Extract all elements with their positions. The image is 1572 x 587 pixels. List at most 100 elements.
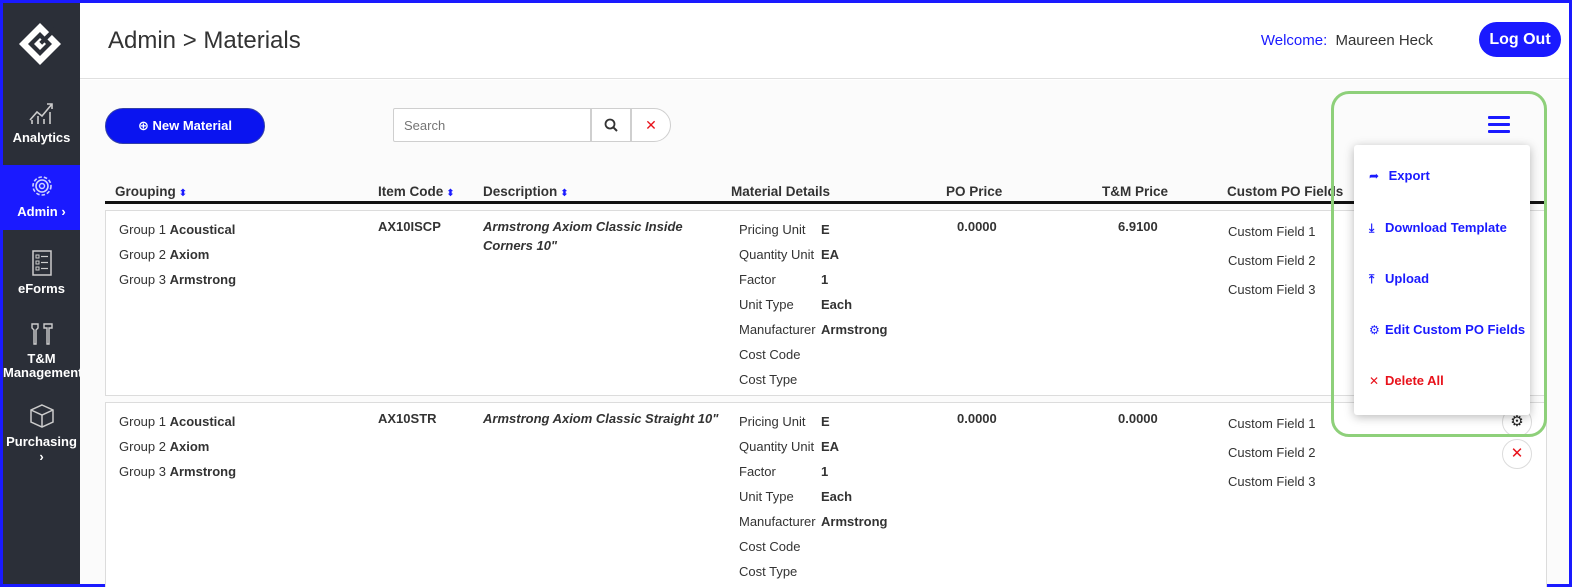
group-value: Armstrong (169, 272, 237, 287)
detail-key: Cost Code (739, 347, 801, 362)
plus-circle-icon: ⊕ (137, 118, 149, 133)
tm-price: 6.9100 (1118, 219, 1158, 234)
download-icon: ⤓ (1369, 221, 1375, 235)
col-header-tm-price: T&M Price (1102, 184, 1169, 199)
sidebar: Analytics Admin › eForms T&M Management (3, 3, 82, 584)
logout-button[interactable]: Log Out (1479, 22, 1561, 57)
share-icon: ➦ (1369, 169, 1380, 183)
new-material-button[interactable]: ⊕ New Material (105, 108, 265, 144)
menu-item-edit-custom-po-fields[interactable]: ⚙ Edit Custom PO Fields (1369, 322, 1525, 337)
col-header-item-code[interactable]: Item Code ⬍ (378, 184, 455, 199)
table-row: Group 1 Acoustical Group 2 Axiom Group 3… (105, 402, 1547, 587)
group-key: Group 1 (119, 414, 166, 429)
sidebar-item-admin[interactable]: Admin › (3, 165, 80, 230)
col-header-grouping[interactable]: Grouping ⬍ (115, 184, 187, 199)
tm-price: 0.0000 (1118, 411, 1158, 426)
row-delete-button[interactable]: ✕ (1502, 439, 1532, 469)
main-content: ⊕ New Material ✕ Grouping⬍ Item Code⬍ De… (80, 80, 1569, 587)
sidebar-item-label: Purchasing (6, 434, 77, 449)
item-code: AX10ISCP (378, 219, 441, 234)
group-key: Group 3 (119, 272, 166, 287)
chevron-right-icon: › (39, 449, 44, 464)
menu-item-upload[interactable]: ⤒ Upload (1369, 271, 1429, 287)
group-key: Group 2 (119, 439, 166, 454)
detail-key: Pricing Unit (739, 414, 806, 429)
close-icon: ✕ (1369, 374, 1380, 388)
sidebar-item-eforms[interactable]: eForms (3, 249, 80, 296)
sidebar-item-tm-management[interactable]: T&M Management (3, 320, 82, 380)
detail-value: E (821, 414, 830, 429)
menu-item-delete-all[interactable]: ✕ Delete All (1369, 373, 1444, 388)
sidebar-item-analytics[interactable]: Analytics (3, 98, 80, 145)
close-icon: ✕ (1510, 445, 1524, 462)
group-value: Armstrong (169, 464, 237, 479)
group-key: Group 1 (119, 222, 166, 237)
detail-value: E (821, 222, 830, 237)
detail-value: Each (821, 297, 853, 312)
sidebar-item-label: Admin (17, 204, 58, 219)
box-icon (29, 404, 54, 428)
detail-key: Cost Type (739, 564, 798, 579)
group-value: Axiom (169, 439, 210, 454)
sidebar-item-purchasing[interactable]: Purchasing › (3, 402, 80, 464)
custom-field: Custom Field 1 (1228, 416, 1316, 431)
menu-item-label: Edit Custom PO Fields (1385, 322, 1526, 337)
detail-key: Pricing Unit (739, 222, 806, 237)
description: Armstrong Axiom Classic Straight 10" (483, 411, 719, 426)
col-header-description[interactable]: Description ⬍ (483, 184, 569, 199)
menu-item-label: Delete All (1385, 373, 1444, 388)
close-icon: ✕ (645, 117, 657, 133)
detail-key: Manufacturer (739, 514, 816, 529)
item-code: AX10STR (378, 411, 437, 426)
detail-value: Armstrong (821, 514, 888, 529)
detail-value: Armstrong (821, 322, 888, 337)
company-logo[interactable] (17, 21, 63, 67)
po-price: 0.0000 (957, 219, 997, 234)
custom-field: Custom Field 3 (1228, 282, 1316, 297)
search-icon (604, 118, 618, 132)
sort-icon: ⬍ (560, 188, 569, 199)
grouping-cell: Group 1 Acoustical Group 2 Axiom Group 3… (119, 413, 236, 488)
user-name: Maureen Heck (1335, 32, 1433, 49)
group-value: Axiom (169, 247, 210, 262)
col-header-material-details: Material Details (731, 184, 831, 199)
detail-key: Factor (739, 464, 776, 479)
welcome-text: Welcome: Maureen Heck (1261, 32, 1433, 49)
actions-menu: ➦ Export ⤓ Download Template ⤒ Upload ⚙ Edi… (1354, 145, 1530, 415)
group-key: Group 3 (119, 464, 166, 479)
clear-search-button[interactable]: ✕ (631, 108, 671, 142)
custom-field: Custom Field 2 (1228, 253, 1316, 268)
group-value: Acoustical (169, 222, 236, 237)
menu-item-label: Export (1388, 168, 1430, 183)
material-details-cell: Pricing Unit E Quantity Unit EA Factor 1 Un… (739, 221, 887, 396)
detail-value: Each (821, 489, 853, 504)
description: Armstrong Axiom Classic Inside Corners 1… (483, 219, 683, 253)
material-details-cell: Pricing Unit E Quantity Unit EA Factor 1 Un… (739, 413, 887, 587)
menu-item-label: Download Template (1385, 220, 1507, 235)
custom-fields-cell: Custom Field 1 Custom Field 2 Custom Fie… (1228, 223, 1315, 310)
col-header-label: Grouping (115, 184, 176, 199)
group-key: Group 2 (119, 247, 166, 262)
menu-item-download-template[interactable]: ⤓ Download Template (1369, 220, 1507, 236)
search-input[interactable] (393, 108, 591, 142)
welcome-label: Welcome: (1260, 32, 1328, 49)
sidebar-item-label: eForms (18, 281, 65, 296)
menu-item-export[interactable]: ➦ Export (1369, 168, 1430, 183)
sidebar-item-label: Analytics (12, 130, 71, 145)
search-button[interactable] (591, 108, 631, 142)
custom-field: Custom Field 2 (1228, 445, 1316, 460)
detail-key: Cost Type (739, 372, 798, 387)
detail-key: Unit Type (739, 489, 794, 504)
col-header-custom-po-fields: Custom PO Fields (1227, 184, 1344, 199)
col-header-label: Item Code (378, 184, 444, 199)
detail-key: Factor (739, 272, 776, 287)
custom-field: Custom Field 3 (1228, 474, 1316, 489)
detail-key: Quantity Unit (739, 247, 815, 262)
gear-icon: ⚙ (1369, 323, 1380, 337)
detail-value: 1 (821, 272, 829, 287)
chevron-right-icon: › (57, 204, 66, 219)
detail-value: EA (821, 247, 840, 262)
col-header-po-price: PO Price (946, 184, 1003, 199)
detail-value: EA (821, 439, 840, 454)
sort-icon: ⬍ (178, 188, 188, 199)
